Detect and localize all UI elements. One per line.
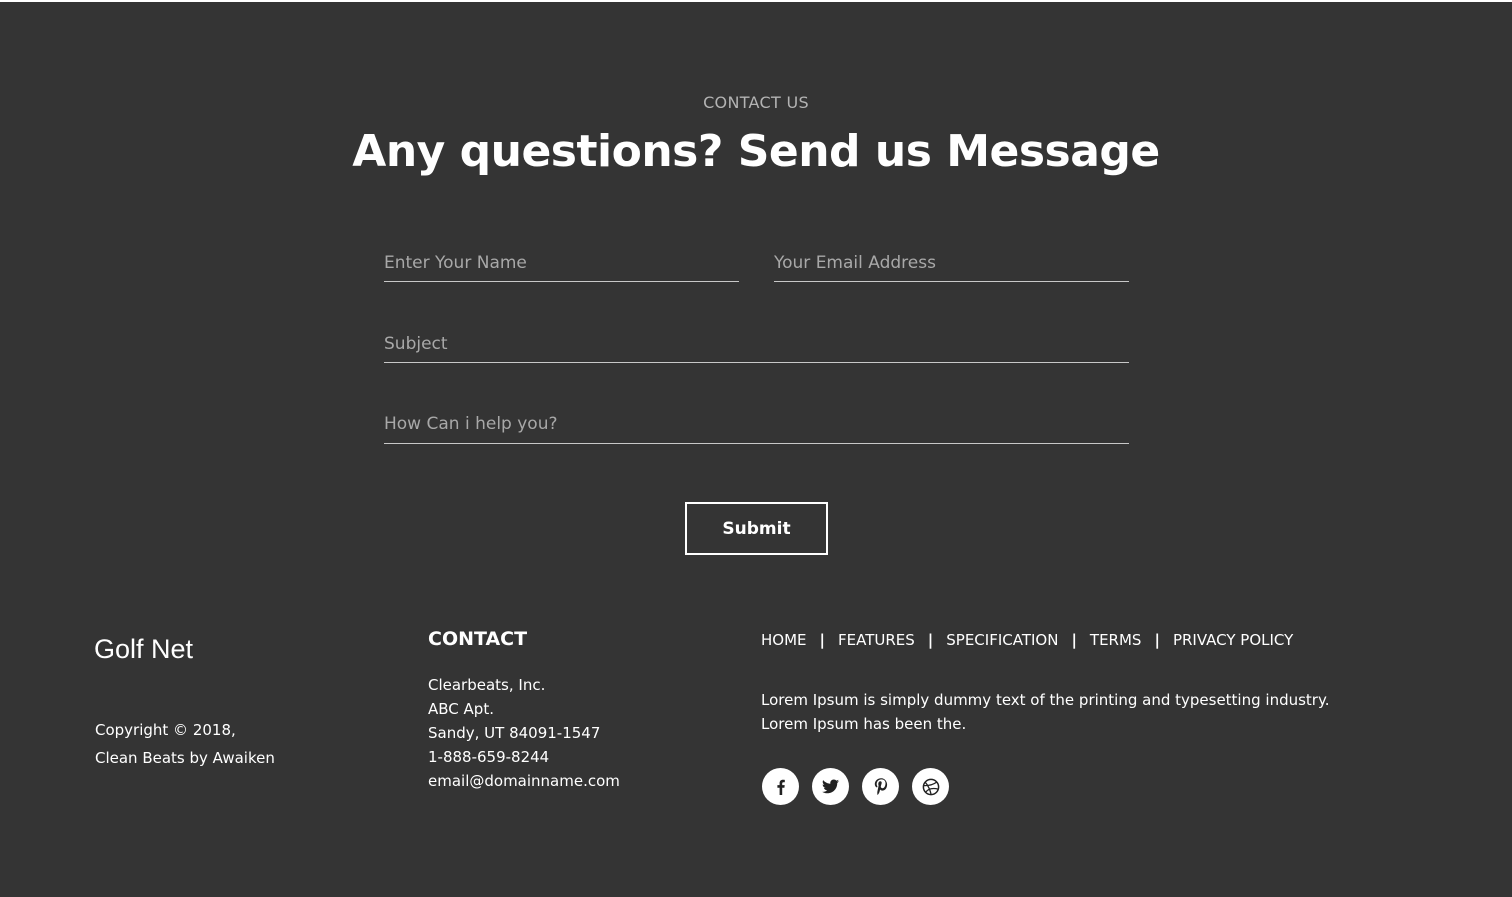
copyright-line-2: Clean Beats by Awaiken [95,749,275,767]
subject-input[interactable] [384,325,1129,363]
nav-link-home[interactable]: HOME [761,631,807,649]
nav-link-features[interactable]: FEATURES [838,631,915,649]
nav-link-specification[interactable]: SPECIFICATION [946,631,1058,649]
contact-address-2: Sandy, UT 84091-1547 [428,724,601,742]
submit-button[interactable]: Submit [685,502,828,555]
section-headline: Any questions? Send us Message [352,126,1160,177]
nav-separator: | [927,631,934,649]
dribbble-icon[interactable] [912,768,949,805]
contact-phone: 1-888-659-8244 [428,748,550,766]
pinterest-icon[interactable] [862,768,899,805]
contact-details: Clearbeats, Inc. ABC Apt. Sandy, UT 8409… [428,673,620,793]
copyright: Copyright © 2018, Clean Beats by Awaiken [95,716,275,772]
contact-address-1: ABC Apt. [428,700,494,718]
footer-brand: Golf Net [94,634,194,664]
contact-email: email@domainname.com [428,772,620,790]
nav-separator: | [819,631,825,649]
footer-about-text: Lorem Ipsum is simply dummy text of the … [761,688,1401,736]
about-line-2: Lorem Ipsum has been the. [761,715,967,733]
email-input[interactable] [774,244,1129,282]
about-line-1: Lorem Ipsum is simply dummy text of the … [761,691,1330,709]
page: CONTACT US Any questions? Send us Messag… [0,2,1512,897]
contact-heading: CONTACT [428,628,528,650]
nav-link-privacy-policy[interactable]: PRIVACY POLICY [1173,631,1293,649]
contact-company: Clearbeats, Inc. [428,676,546,694]
section-eyebrow: CONTACT US [703,93,809,112]
twitter-icon[interactable] [812,768,849,805]
facebook-icon[interactable] [762,768,799,805]
footer-nav: HOME | FEATURES | SPECIFICATION | TERMS … [761,631,1293,649]
message-input[interactable] [384,406,1129,444]
nav-separator: | [1071,631,1077,649]
name-input[interactable] [384,244,739,282]
nav-separator: | [1154,631,1160,649]
copyright-line-1: Copyright © 2018, [95,721,236,739]
nav-link-terms[interactable]: TERMS [1090,631,1142,649]
